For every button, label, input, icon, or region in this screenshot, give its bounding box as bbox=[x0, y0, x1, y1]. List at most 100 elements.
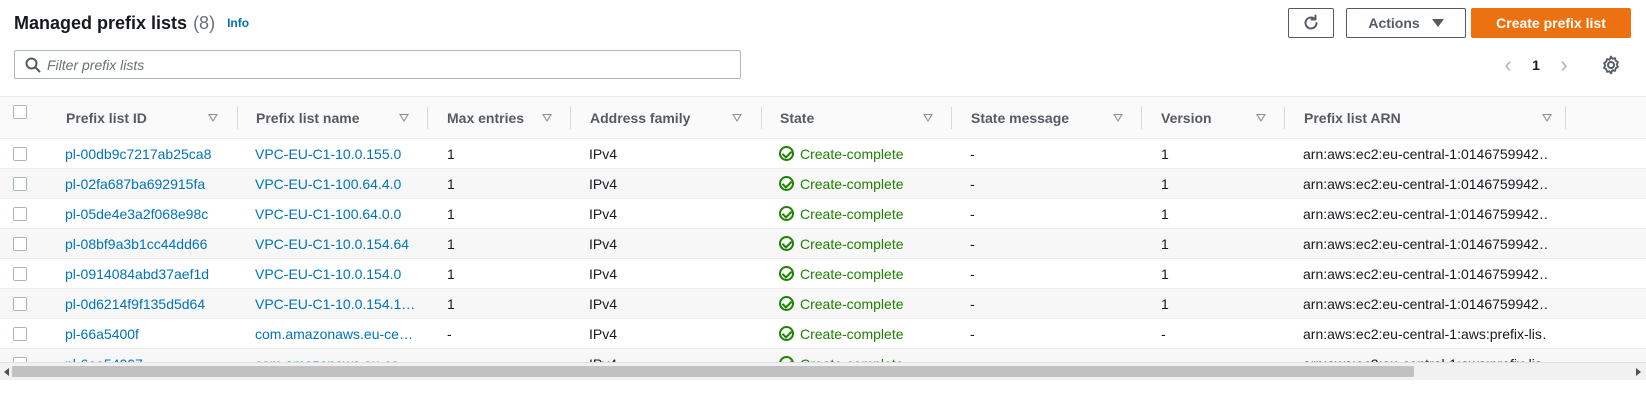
prefix-list-id-link[interactable]: pl-66a5400f bbox=[65, 319, 230, 348]
column-header-version[interactable]: Version bbox=[1161, 97, 1212, 139]
prefix-list-id-link[interactable]: pl-05de4e3a2f068e98c bbox=[65, 199, 230, 228]
prefix-list-name-link[interactable]: com.amazonaws.eu-ce… bbox=[255, 319, 415, 348]
create-prefix-list-button[interactable]: Create prefix list bbox=[1471, 8, 1631, 38]
column-header-address-family[interactable]: Address family bbox=[590, 97, 690, 139]
prefix-list-id-link[interactable]: pl-08bf9a3b1cc44dd66 bbox=[65, 229, 230, 258]
prefix-list-name-link[interactable]: VPC-EU-C1-100.64.4.0 bbox=[255, 169, 415, 198]
sort-icon[interactable] bbox=[399, 114, 409, 122]
sort-icon[interactable] bbox=[1256, 114, 1266, 122]
prefix-list-arn: arn:aws:ec2:eu-central-1:0146759942… bbox=[1303, 145, 1548, 162]
preferences-button[interactable] bbox=[1600, 54, 1622, 76]
row-checkbox[interactable] bbox=[13, 207, 27, 221]
column-header-prefix-list-arn[interactable]: Prefix list ARN bbox=[1304, 97, 1401, 139]
address-family: IPv4 bbox=[589, 145, 618, 162]
filter-input[interactable] bbox=[47, 56, 740, 73]
row-checkbox[interactable] bbox=[13, 237, 27, 251]
actions-dropdown[interactable]: Actions bbox=[1346, 8, 1466, 38]
prefix-list-name-link[interactable]: VPC-EU-C1-10.0.154.64 bbox=[255, 229, 415, 258]
table-row[interactable]: pl-0914084abd37aef1d VPC-EU-C1-10.0.154.… bbox=[0, 259, 1646, 289]
max-entries: 1 bbox=[447, 175, 455, 192]
table-row[interactable]: pl-0d6214f9f135d5d64 VPC-EU-C1-10.0.154.… bbox=[0, 289, 1646, 319]
table-row[interactable]: pl-08bf9a3b1cc44dd66 VPC-EU-C1-10.0.154.… bbox=[0, 229, 1646, 259]
filter-box bbox=[14, 50, 741, 79]
refresh-icon bbox=[1304, 14, 1318, 30]
column-header-max-entries[interactable]: Max entries bbox=[447, 97, 524, 139]
check-circle-icon bbox=[779, 176, 794, 191]
column-divider[interactable] bbox=[237, 107, 238, 129]
state: Create-complete bbox=[779, 289, 939, 318]
sort-icon[interactable] bbox=[1542, 114, 1552, 122]
check-circle-icon bbox=[779, 236, 794, 251]
check-circle-icon bbox=[779, 296, 794, 311]
version: 1 bbox=[1161, 205, 1169, 222]
state-label: Create-complete bbox=[800, 175, 904, 192]
column-divider[interactable] bbox=[1141, 107, 1142, 129]
prefix-list-id-link[interactable]: pl-02fa687ba692915fa bbox=[65, 169, 230, 198]
column-divider[interactable] bbox=[761, 107, 762, 129]
prefix-list-id-link[interactable]: pl-00db9c7217ab25ca8 bbox=[65, 139, 230, 168]
state-message: - bbox=[970, 295, 975, 312]
sort-icon[interactable] bbox=[732, 114, 742, 122]
check-circle-icon bbox=[779, 326, 794, 341]
prefix-list-arn: arn:aws:ec2:eu-central-1:0146759942… bbox=[1303, 175, 1548, 192]
horizontal-scrollbar[interactable] bbox=[0, 362, 1646, 380]
sort-icon[interactable] bbox=[923, 114, 933, 122]
prefix-list-arn: arn:aws:ec2:eu-central-1:0146759942… bbox=[1303, 235, 1548, 252]
column-divider[interactable] bbox=[951, 107, 952, 129]
next-page-button[interactable]: › bbox=[1551, 54, 1577, 76]
column-divider[interactable] bbox=[570, 107, 571, 129]
search-icon bbox=[25, 57, 41, 73]
address-family: IPv4 bbox=[589, 205, 618, 222]
address-family: IPv4 bbox=[589, 265, 618, 282]
state-label: Create-complete bbox=[800, 295, 904, 312]
max-entries: 1 bbox=[447, 295, 455, 312]
scrollbar-thumb[interactable] bbox=[12, 366, 1414, 377]
column-header-prefix-list-id[interactable]: Prefix list ID bbox=[66, 97, 147, 139]
column-label: Address family bbox=[590, 110, 691, 126]
current-page[interactable]: 1 bbox=[1521, 57, 1551, 73]
row-checkbox[interactable] bbox=[13, 297, 27, 311]
prefix-list-arn: arn:aws:ec2:eu-central-1:0146759942… bbox=[1303, 295, 1548, 312]
state: Create-complete bbox=[779, 199, 939, 228]
scroll-right-icon[interactable] bbox=[1636, 368, 1641, 376]
state: Create-complete bbox=[779, 139, 939, 168]
max-entries: 1 bbox=[447, 145, 455, 162]
table-row[interactable]: pl-02fa687ba692915fa VPC-EU-C1-100.64.4.… bbox=[0, 169, 1646, 199]
prefix-list-name-link[interactable]: VPC-EU-C1-10.0.155.0 bbox=[255, 139, 415, 168]
prefix-list-name-link[interactable]: VPC-EU-C1-10.0.154.1… bbox=[255, 289, 415, 318]
prefix-list-name-link[interactable]: VPC-EU-C1-10.0.154.0 bbox=[255, 259, 415, 288]
prefix-list-name-link[interactable]: VPC-EU-C1-100.64.0.0 bbox=[255, 199, 415, 228]
column-label: Prefix list ID bbox=[66, 110, 147, 126]
column-divider[interactable] bbox=[1565, 107, 1566, 129]
check-circle-icon bbox=[779, 266, 794, 281]
state-label: Create-complete bbox=[800, 265, 904, 282]
sort-icon[interactable] bbox=[1113, 114, 1123, 122]
previous-page-button[interactable]: ‹ bbox=[1495, 54, 1521, 76]
refresh-button[interactable] bbox=[1288, 8, 1334, 38]
prefix-list-id-link[interactable]: pl-0914084abd37aef1d bbox=[65, 259, 230, 288]
column-label: Prefix list name bbox=[256, 110, 360, 126]
sort-icon[interactable] bbox=[542, 114, 552, 122]
info-link[interactable]: Info bbox=[227, 16, 249, 30]
sort-icon[interactable] bbox=[208, 114, 218, 122]
state-label: Create-complete bbox=[800, 235, 904, 252]
row-checkbox[interactable] bbox=[13, 147, 27, 161]
scroll-left-icon[interactable] bbox=[4, 368, 9, 376]
select-all-checkbox[interactable] bbox=[13, 105, 27, 119]
table-row[interactable]: pl-00db9c7217ab25ca8 VPC-EU-C1-10.0.155.… bbox=[0, 139, 1646, 169]
prefix-list-id-link[interactable]: pl-0d6214f9f135d5d64 bbox=[65, 289, 230, 318]
item-count: (8) bbox=[193, 12, 216, 33]
row-checkbox[interactable] bbox=[13, 327, 27, 341]
column-header-state-message[interactable]: State message bbox=[971, 97, 1069, 139]
column-divider[interactable] bbox=[427, 107, 428, 129]
column-header-prefix-list-name[interactable]: Prefix list name bbox=[256, 97, 360, 139]
table-row[interactable]: pl-05de4e3a2f068e98c VPC-EU-C1-100.64.0.… bbox=[0, 199, 1646, 229]
row-checkbox[interactable] bbox=[13, 177, 27, 191]
state-message: - bbox=[970, 205, 975, 222]
table-row[interactable]: pl-66a5400f com.amazonaws.eu-ce… - IPv4 … bbox=[0, 319, 1646, 349]
row-checkbox[interactable] bbox=[13, 267, 27, 281]
column-divider[interactable] bbox=[1284, 107, 1285, 129]
column-header-state[interactable]: State bbox=[780, 97, 814, 139]
version: 1 bbox=[1161, 235, 1169, 252]
pagination: ‹ 1 › bbox=[1495, 54, 1577, 76]
